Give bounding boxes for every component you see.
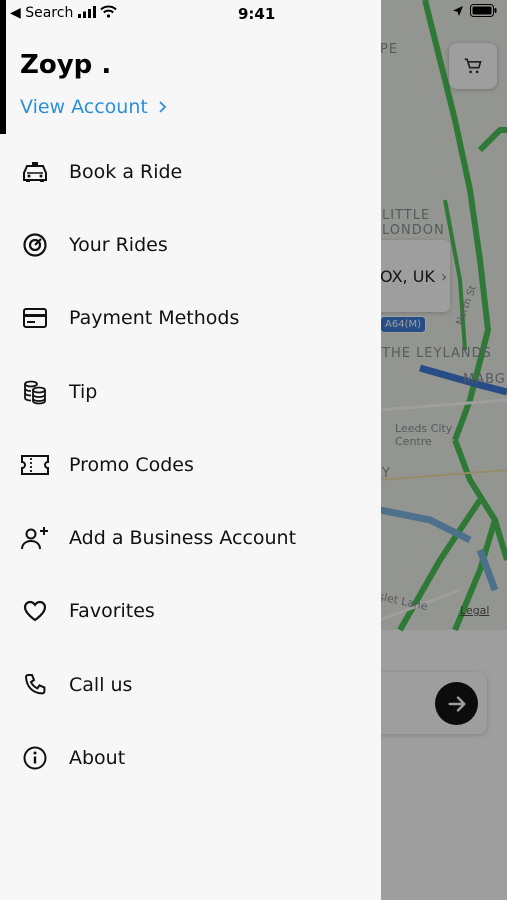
side-drawer: Zoyp . View Account Book a Ride Your Rid…	[0, 0, 381, 900]
menu-item-label: Book a Ride	[69, 160, 183, 183]
menu-item-your-rides[interactable]: Your Rides	[0, 208, 381, 281]
menu-item-label: About	[69, 747, 126, 770]
menu-item-favorites[interactable]: Favorites	[0, 575, 381, 648]
menu-item-tip[interactable]: Tip	[0, 355, 381, 428]
menu-item-label: Call us	[69, 673, 133, 696]
heart-icon	[20, 596, 50, 626]
info-icon	[20, 743, 50, 773]
user-name: Zoyp .	[20, 50, 112, 80]
menu-item-label: Tip	[69, 380, 98, 403]
battery-icon	[470, 4, 497, 17]
location-arrow-icon	[453, 5, 463, 16]
menu-item-add-business-account[interactable]: Add a Business Account	[0, 501, 381, 574]
coins-icon	[20, 377, 50, 407]
drawer-menu: Book a Ride Your Rides Payment Methods T…	[0, 135, 381, 795]
view-account-label: View Account	[20, 96, 148, 118]
menu-item-about[interactable]: About	[0, 721, 381, 794]
taxi-icon	[20, 157, 50, 187]
view-account-link[interactable]: View Account	[20, 96, 168, 118]
chevron-right-icon	[159, 101, 167, 113]
back-to-search-link[interactable]: ◀ Search	[10, 5, 117, 21]
wifi-icon	[100, 5, 117, 18]
menu-item-payment-methods[interactable]: Payment Methods	[0, 282, 381, 355]
menu-item-label: Your Rides	[69, 233, 168, 256]
menu-item-book-ride[interactable]: Book a Ride	[0, 135, 381, 208]
menu-item-label: Add a Business Account	[69, 527, 297, 550]
status-time: 9:41	[238, 5, 276, 23]
signal-icon	[77, 6, 96, 18]
menu-item-label: Favorites	[69, 600, 155, 623]
credit-card-icon	[20, 303, 50, 333]
phone-icon	[20, 670, 50, 700]
add-user-icon	[20, 523, 50, 553]
status-bar: ◀ Search 9:41	[0, 0, 507, 28]
menu-item-promo-codes[interactable]: Promo Codes	[0, 428, 381, 501]
rides-history-icon	[20, 230, 50, 260]
menu-item-call-us[interactable]: Call us	[0, 648, 381, 721]
menu-item-label: Payment Methods	[69, 307, 240, 330]
ticket-icon	[20, 450, 50, 480]
status-right-group	[452, 4, 497, 17]
menu-item-label: Promo Codes	[69, 453, 194, 476]
back-label: ◀ Search	[10, 5, 74, 21]
